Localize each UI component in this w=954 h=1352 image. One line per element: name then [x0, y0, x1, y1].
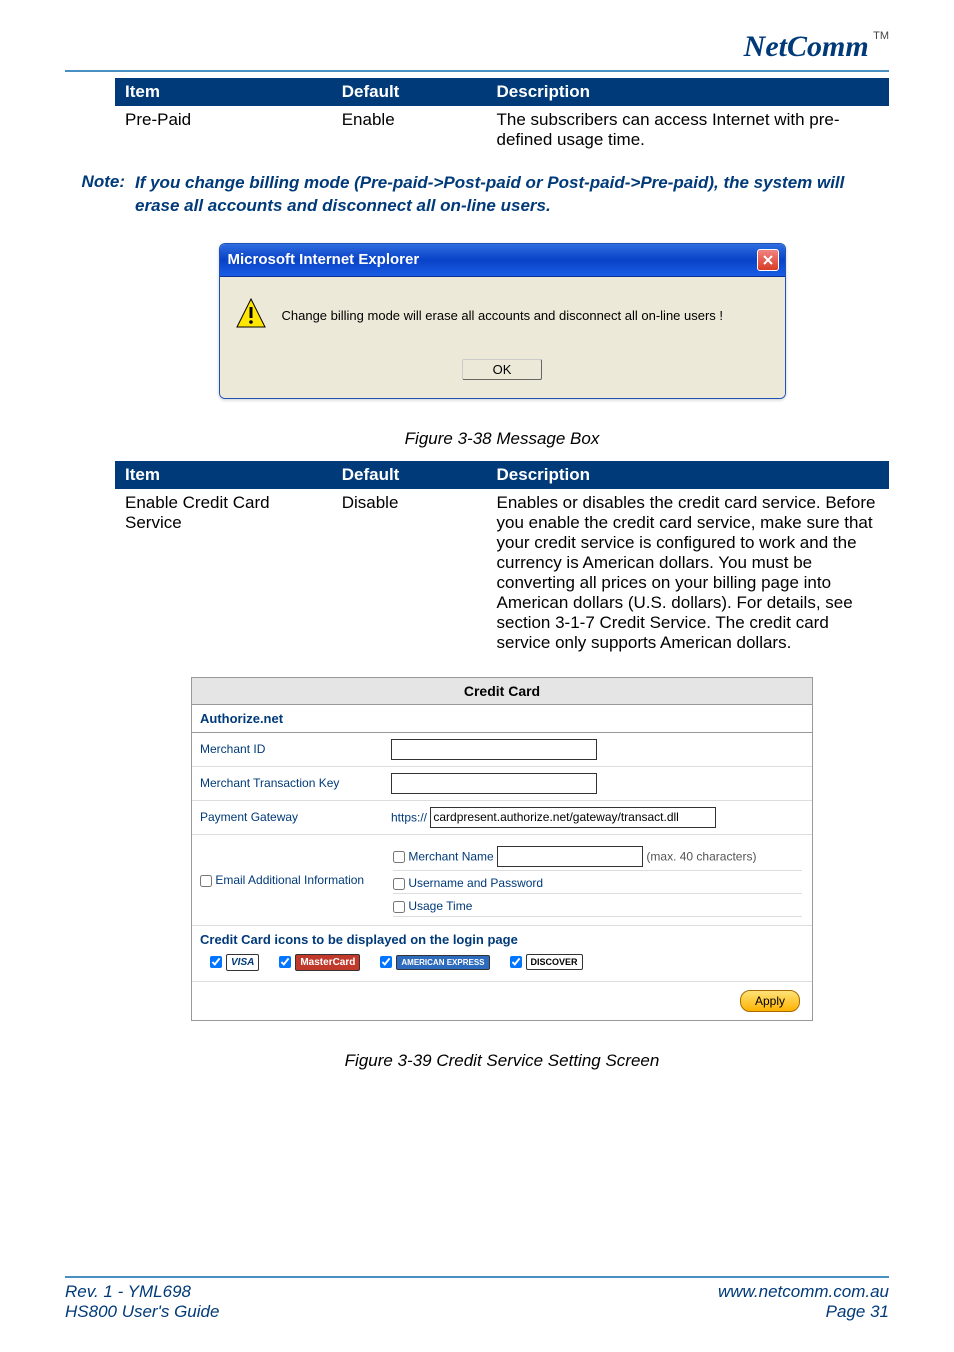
cell-desc: Enables or disables the credit card serv…	[487, 489, 889, 657]
figure-caption-1: Figure 3-38 Message Box	[115, 429, 889, 449]
visa-checkbox[interactable]	[210, 956, 222, 968]
merchant-txn-label: Merchant Transaction Key	[192, 766, 383, 800]
logo-tm: TM	[873, 30, 889, 42]
amex-checkbox[interactable]	[380, 956, 392, 968]
gateway-input[interactable]	[430, 807, 716, 828]
merchant-id-label: Merchant ID	[192, 733, 383, 767]
cc-sub: Authorize.net	[192, 705, 812, 733]
th-description: Description	[487, 461, 889, 489]
cell-default: Enable	[332, 106, 487, 154]
warning-icon	[235, 297, 267, 334]
th-default: Default	[332, 78, 487, 106]
merchant-txn-input[interactable]	[391, 773, 597, 794]
cell-item: Pre-Paid	[115, 106, 332, 154]
merchant-name-input[interactable]	[497, 846, 643, 867]
cell-default: Disable	[332, 489, 487, 657]
email-info-checkbox[interactable]	[200, 875, 212, 887]
ok-button[interactable]: OK	[462, 359, 542, 380]
merchant-name-checkbox[interactable]	[393, 851, 405, 863]
merchant-name-note: (max. 40 characters)	[646, 849, 756, 863]
table-prepaid: Item Default Description Pre-Paid Enable…	[115, 78, 889, 154]
gateway-prefix: https://	[391, 810, 427, 824]
th-default: Default	[332, 461, 487, 489]
gateway-label: Payment Gateway	[192, 800, 383, 834]
table-row: Enable Credit Card Service Disable Enabl…	[115, 489, 889, 657]
merchant-name-label: Merchant Name	[408, 849, 493, 863]
th-item: Item	[115, 461, 332, 489]
table-row: Pre-Paid Enable The subscribers can acce…	[115, 106, 889, 154]
dialog-title: Microsoft Internet Explorer	[228, 251, 420, 268]
note-text: If you change billing mode (Pre-paid->Po…	[135, 172, 889, 218]
email-info-label: Email Additional Information	[215, 873, 364, 887]
footer-page: Page 31	[826, 1302, 889, 1322]
usage-label: Usage Time	[408, 899, 472, 913]
logo-bar: NetComm TM	[65, 30, 889, 64]
footer-url: www.netcomm.com.au	[718, 1282, 889, 1302]
table-creditcard-desc: Item Default Description Enable Credit C…	[115, 461, 889, 657]
dialog-message: Change billing mode will erase all accou…	[282, 308, 724, 323]
amex-icon: AMERICAN EXPRESS	[396, 955, 489, 970]
footer-rev: Rev. 1 - YML698	[65, 1282, 191, 1302]
credit-card-panel: Credit Card Authorize.net Merchant ID Me…	[191, 677, 813, 1021]
note-label: Note:	[70, 172, 125, 218]
cell-desc: The subscribers can access Internet with…	[487, 106, 889, 154]
usage-time-checkbox[interactable]	[393, 901, 405, 913]
up-label: Username and Password	[408, 876, 543, 890]
message-box: Microsoft Internet Explorer Change billi…	[219, 243, 786, 399]
close-icon[interactable]	[757, 249, 779, 271]
visa-icon: VISA	[226, 954, 259, 971]
cc-title: Credit Card	[192, 678, 812, 705]
footer-guide: HS800 User's Guide	[65, 1302, 219, 1322]
mastercard-checkbox[interactable]	[279, 956, 291, 968]
logo-text: NetComm	[744, 30, 869, 63]
apply-button[interactable]: Apply	[740, 990, 800, 1012]
th-description: Description	[487, 78, 889, 106]
discover-checkbox[interactable]	[510, 956, 522, 968]
th-item: Item	[115, 78, 332, 106]
figure-caption-2: Figure 3-39 Credit Service Setting Scree…	[115, 1051, 889, 1071]
cc-icons-head: Credit Card icons to be displayed on the…	[192, 926, 812, 950]
merchant-id-input[interactable]	[391, 739, 597, 760]
mastercard-icon: MasterCard	[295, 954, 360, 971]
cell-item: Enable Credit Card Service	[115, 489, 332, 657]
username-password-checkbox[interactable]	[393, 878, 405, 890]
discover-icon: DISCOVER	[526, 954, 583, 970]
